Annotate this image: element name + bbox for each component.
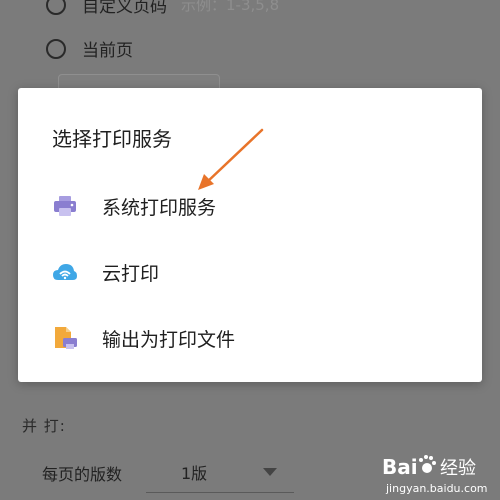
watermark-brand: Bai xyxy=(382,455,418,479)
baidu-jingyan-watermark: Bai 经验 jingyan.baidu.com xyxy=(382,455,488,495)
arrow-annotation-icon xyxy=(198,128,264,190)
paw-icon xyxy=(419,455,436,473)
watermark-brand2: 经验 xyxy=(440,458,476,479)
watermark-url: jingyan.baidu.com xyxy=(385,482,488,495)
